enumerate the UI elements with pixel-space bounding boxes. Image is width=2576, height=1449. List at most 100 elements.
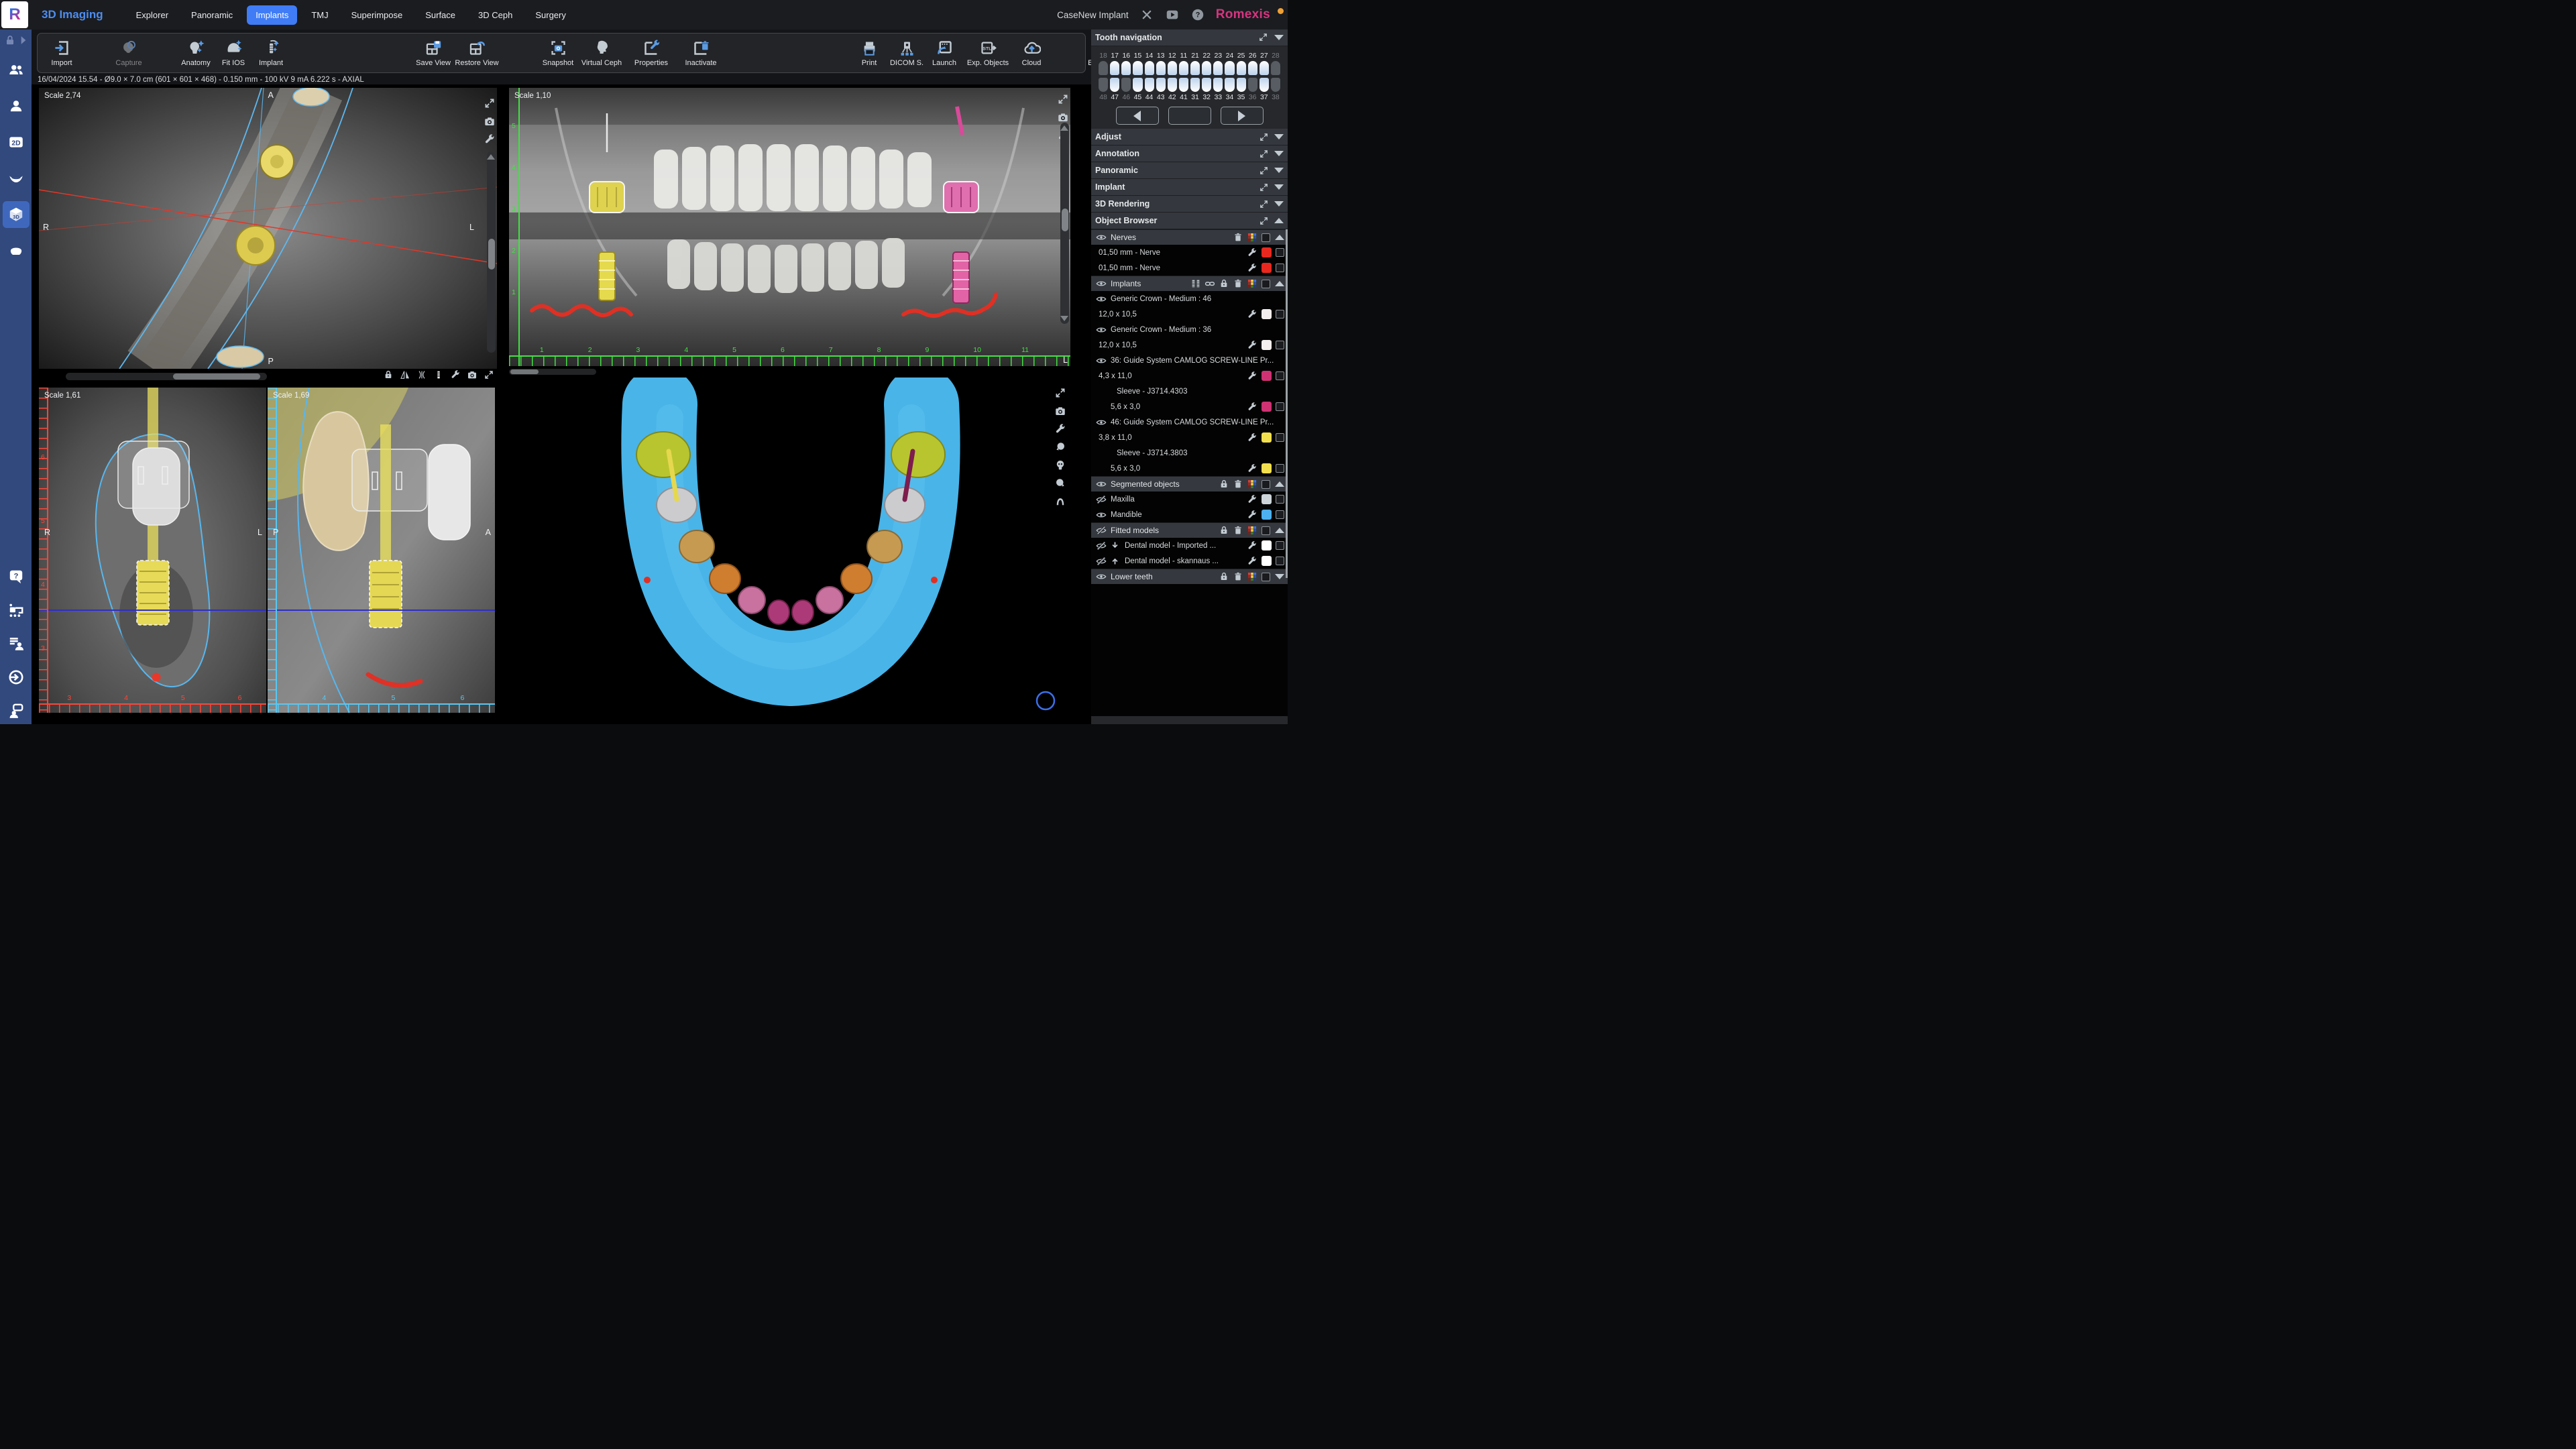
arch-icon[interactable] <box>1054 496 1066 508</box>
object-row[interactable]: Maxilla <box>1091 491 1288 507</box>
sidebar-item-user-notes[interactable] <box>3 630 30 657</box>
tooth-number-41[interactable]: 41 <box>1178 93 1189 101</box>
tooth-icon-48[interactable] <box>1099 78 1108 92</box>
tooth-number-42[interactable]: 42 <box>1167 93 1178 101</box>
sidebar-expand-icon[interactable] <box>17 34 30 47</box>
tooth-icon-34[interactable] <box>1225 78 1234 92</box>
tooth-icon-43[interactable] <box>1156 78 1166 92</box>
object-row[interactable]: Generic Crown - Medium : 36 <box>1091 322 1288 337</box>
lock-icon[interactable] <box>383 369 394 384</box>
tooth-icon-45[interactable] <box>1133 78 1142 92</box>
inactivate-button[interactable]: Inactivate <box>676 39 726 67</box>
tooth-number-12[interactable]: 12 <box>1167 52 1178 60</box>
tooth-number-48[interactable]: 48 <box>1098 93 1109 101</box>
object-group-row[interactable]: Segmented objects <box>1091 476 1288 491</box>
import-button[interactable]: Import <box>43 39 80 67</box>
tab-tmj[interactable]: TMJ <box>302 5 337 25</box>
object-row[interactable]: 01,50 mm - Nerve <box>1091 260 1288 276</box>
close-case-icon[interactable] <box>1140 8 1154 21</box>
color-swatch[interactable] <box>1262 463 1272 473</box>
chevron-up-icon[interactable] <box>1274 218 1284 223</box>
tooth-number-15[interactable]: 15 <box>1132 52 1143 60</box>
tooth-icon-27[interactable] <box>1259 61 1269 75</box>
tooth-number-35[interactable]: 35 <box>1236 93 1247 101</box>
fit-ios-button[interactable]: Fit IOS <box>215 39 252 67</box>
color-swatch[interactable] <box>1262 510 1272 520</box>
panoramic-scrollbar[interactable] <box>1060 123 1069 324</box>
camera-icon[interactable] <box>467 369 478 384</box>
section-header-3d-rendering[interactable]: 3D Rendering <box>1091 196 1288 213</box>
sidebar-item-user-chat[interactable] <box>3 697 30 724</box>
tooth-icon-13[interactable] <box>1156 61 1166 75</box>
color-swatch[interactable] <box>1262 540 1272 550</box>
tooth-icon-17[interactable] <box>1110 61 1119 75</box>
wrench-icon[interactable] <box>450 369 461 384</box>
section-header-implant[interactable]: Implant <box>1091 179 1288 196</box>
object-row[interactable]: Sleeve - J3714.4303 <box>1091 384 1288 399</box>
tooth-icon-14[interactable] <box>1145 61 1154 75</box>
tooth-number-14[interactable]: 14 <box>1144 52 1155 60</box>
color-swatch[interactable] <box>1262 432 1272 443</box>
visibility-checkbox[interactable] <box>1276 495 1284 504</box>
tooth-number-46[interactable]: 46 <box>1121 93 1131 101</box>
sidebar-item-tooth-case[interactable] <box>3 237 30 264</box>
collapse-chevron-icon[interactable] <box>1274 35 1284 40</box>
visibility-checkbox[interactable] <box>1262 573 1270 581</box>
cross-section-viewport-2[interactable]: Scale 1,69 P A 456 <box>268 388 495 713</box>
color-swatch[interactable] <box>1262 263 1272 273</box>
camera-icon[interactable] <box>1054 405 1066 417</box>
tooth-number-31[interactable]: 31 <box>1190 93 1200 101</box>
color-swatch[interactable] <box>1262 247 1272 257</box>
tab-3d-ceph[interactable]: 3D Ceph <box>469 5 521 25</box>
tooth-icon-22[interactable] <box>1202 61 1211 75</box>
sidebar-item-workflow[interactable] <box>3 597 30 624</box>
chevron-down-icon[interactable] <box>1275 574 1284 579</box>
tab-surgery[interactable]: Surgery <box>526 5 575 25</box>
romexis-logo-icon[interactable]: R <box>1 1 28 28</box>
sidebar-item-patient[interactable] <box>3 93 30 119</box>
object-row[interactable]: 5,6 x 3,0 <box>1091 461 1288 476</box>
tooth-icon-41[interactable] <box>1179 78 1188 92</box>
tooth-number-34[interactable]: 34 <box>1224 93 1235 101</box>
restore-view-button[interactable]: Restore View <box>452 39 502 67</box>
current-tooth-button[interactable] <box>1168 107 1211 125</box>
tooth-icon-46[interactable] <box>1121 78 1131 92</box>
tooth-number-16[interactable]: 16 <box>1121 52 1131 60</box>
object-row[interactable]: 3,8 x 11,0 <box>1091 430 1288 445</box>
color-swatch[interactable] <box>1262 340 1272 350</box>
object-row[interactable]: 4,3 x 11,0 <box>1091 368 1288 384</box>
flip-icon[interactable] <box>400 369 410 384</box>
object-row[interactable]: 46: Guide System CAMLOG SCREW-LINE Pr... <box>1091 414 1288 430</box>
capture-button[interactable]: Capture <box>110 39 148 67</box>
tooth-icon-36[interactable] <box>1248 78 1257 92</box>
color-swatch[interactable] <box>1262 556 1272 566</box>
object-group-row[interactable]: Nerves <box>1091 229 1288 245</box>
tooth-icon-31[interactable] <box>1190 78 1200 92</box>
section-header-object-browser[interactable]: Object Browser <box>1091 213 1288 229</box>
volume-3d-viewport[interactable] <box>509 378 1068 723</box>
tab-explorer[interactable]: Explorer <box>127 5 177 25</box>
tooth-icon-15[interactable] <box>1133 61 1142 75</box>
chevron-down-icon[interactable] <box>1274 151 1284 156</box>
camera-icon[interactable] <box>1057 111 1069 123</box>
tooth-icon-44[interactable] <box>1145 78 1154 92</box>
tooth-number-47[interactable]: 47 <box>1109 93 1120 101</box>
object-row[interactable]: Generic Crown - Medium : 46 <box>1091 291 1288 306</box>
visibility-checkbox[interactable] <box>1276 541 1284 550</box>
expand-panel-icon[interactable] <box>1259 216 1269 226</box>
anatomy-button[interactable]: Anatomy <box>177 39 215 67</box>
color-swatch[interactable] <box>1262 371 1272 381</box>
tooth-icon-25[interactable] <box>1237 61 1246 75</box>
print-button[interactable]: Print <box>850 39 888 67</box>
skull-left-icon[interactable] <box>1054 441 1066 453</box>
tooth-number-43[interactable]: 43 <box>1156 93 1166 101</box>
tooth-number-38[interactable]: 38 <box>1270 93 1281 101</box>
help-icon[interactable]: ? <box>1190 7 1205 22</box>
axial-scrollbar[interactable] <box>487 152 496 353</box>
sidebar-lock-icon[interactable] <box>3 34 17 47</box>
tooth-icon-11[interactable] <box>1179 61 1188 75</box>
tooth-navigation-header[interactable]: Tooth navigation <box>1091 30 1288 46</box>
implant-button[interactable]: Implant <box>252 39 290 67</box>
color-swatch[interactable] <box>1262 402 1272 412</box>
next-tooth-button[interactable] <box>1221 107 1264 125</box>
